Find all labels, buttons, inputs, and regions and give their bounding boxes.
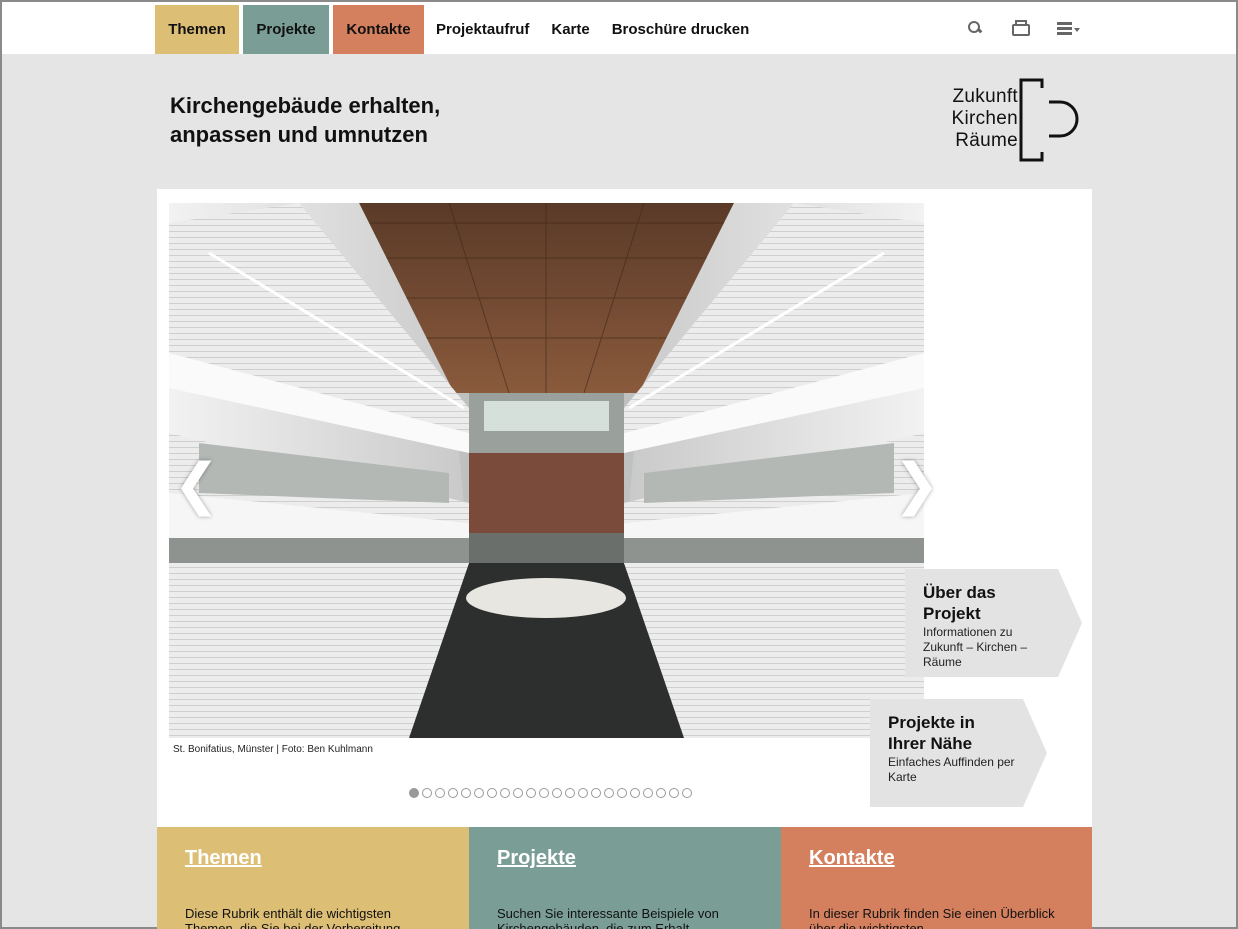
menu-icon[interactable]: [1055, 19, 1081, 37]
slide-image: [169, 203, 924, 738]
slider-dot[interactable]: [422, 788, 432, 798]
slider-dot[interactable]: [513, 788, 523, 798]
toolbar: [963, 19, 1081, 37]
column-projekte: Projekte Suchen Sie interessante Beispie…: [469, 827, 781, 929]
slider-dot[interactable]: [669, 788, 679, 798]
nav-item-projektaufruf[interactable]: Projektaufruf: [425, 5, 540, 54]
nav-item-kontakte[interactable]: Kontakte: [333, 5, 424, 54]
slider-pagination: [409, 788, 692, 798]
slider-dot[interactable]: [682, 788, 692, 798]
column-text: Diese Rubrik enthält die wichtigsten The…: [185, 906, 401, 929]
slider-dot[interactable]: [565, 788, 575, 798]
site-logo[interactable]: Zukunft Kirchen Räume: [938, 78, 1088, 162]
slider-dot[interactable]: [643, 788, 653, 798]
nav-item-projekte[interactable]: Projekte: [243, 5, 329, 54]
teaser-projekte-in-ihrer-naehe[interactable]: Projekte in Ihrer Nähe Einfaches Auffind…: [870, 699, 1047, 807]
logo-text: Zukunft Kirchen Räume: [938, 86, 1018, 152]
section-columns: Themen Diese Rubrik enthält die wichtigs…: [157, 827, 1092, 929]
page-title-line-2: anpassen und umnutzen: [170, 122, 428, 147]
column-title-themen[interactable]: Themen: [185, 847, 262, 870]
column-themen: Themen Diese Rubrik enthält die wichtigs…: [157, 827, 469, 929]
slider-dot[interactable]: [526, 788, 536, 798]
slider-dot[interactable]: [552, 788, 562, 798]
teaser-title: Projekte in Ihrer Nähe: [888, 713, 975, 753]
slider-prev-button[interactable]: ❮: [173, 457, 220, 513]
slider-dot[interactable]: [435, 788, 445, 798]
slide-caption: St. Bonifatius, Münster | Foto: Ben Kuhl…: [173, 744, 373, 755]
church-interior-photo: [169, 203, 924, 738]
teaser-text: Einfaches Auffinden per Karte: [888, 755, 1015, 784]
slider-dot[interactable]: [448, 788, 458, 798]
column-text: Suchen Sie interessante Beispiele von Ki…: [497, 906, 719, 929]
teaser-title: Über das Projekt: [923, 583, 996, 623]
slider-dot[interactable]: [461, 788, 471, 798]
search-icon[interactable]: [963, 19, 985, 37]
logo-line-3: Räume: [955, 130, 1018, 151]
top-navigation-bar: Themen Projekte Kontakte Projektaufruf K…: [2, 2, 1236, 54]
hero-card: ❮ ❯ St. Bonifatius, Münster | Foto: Ben …: [157, 189, 1092, 827]
page-title-line-1: Kirchengebäude erhalten,: [170, 93, 441, 118]
slider-next-button[interactable]: ❯: [893, 457, 940, 513]
nav-item-broschuere[interactable]: Broschüre drucken: [601, 5, 761, 54]
slider-dot[interactable]: [656, 788, 666, 798]
column-title-projekte[interactable]: Projekte: [497, 847, 576, 870]
slider-dot[interactable]: [487, 788, 497, 798]
logo-bracket-icon: [1019, 78, 1079, 162]
column-text: In dieser Rubrik finden Sie einen Überbl…: [809, 906, 1055, 929]
page-title: Kirchengebäude erhalten, anpassen und um…: [170, 91, 590, 149]
logo-line-1: Zukunft: [952, 86, 1018, 107]
column-kontakte: Kontakte In dieser Rubrik finden Sie ein…: [781, 827, 1092, 929]
logo-line-2: Kirchen: [951, 108, 1018, 129]
slider-dot[interactable]: [591, 788, 601, 798]
column-title-kontakte[interactable]: Kontakte: [809, 847, 895, 870]
slider-dot[interactable]: [617, 788, 627, 798]
nav-item-karte[interactable]: Karte: [540, 5, 600, 54]
print-icon[interactable]: [1009, 19, 1031, 37]
slider-dot[interactable]: [578, 788, 588, 798]
slider-dot[interactable]: [604, 788, 614, 798]
teaser-ueber-das-projekt[interactable]: Über das Projekt Informationen zu Zukunf…: [905, 569, 1082, 677]
nav-item-themen[interactable]: Themen: [155, 5, 239, 54]
slider-dot[interactable]: [500, 788, 510, 798]
slider-dot[interactable]: [539, 788, 549, 798]
main-nav: Themen Projekte Kontakte Projektaufruf K…: [155, 5, 760, 54]
slider-dot[interactable]: [409, 788, 419, 798]
slider-dot[interactable]: [474, 788, 484, 798]
teaser-text: Informationen zu Zukunft – Kirchen – Räu…: [923, 625, 1028, 669]
slider-dot[interactable]: [630, 788, 640, 798]
